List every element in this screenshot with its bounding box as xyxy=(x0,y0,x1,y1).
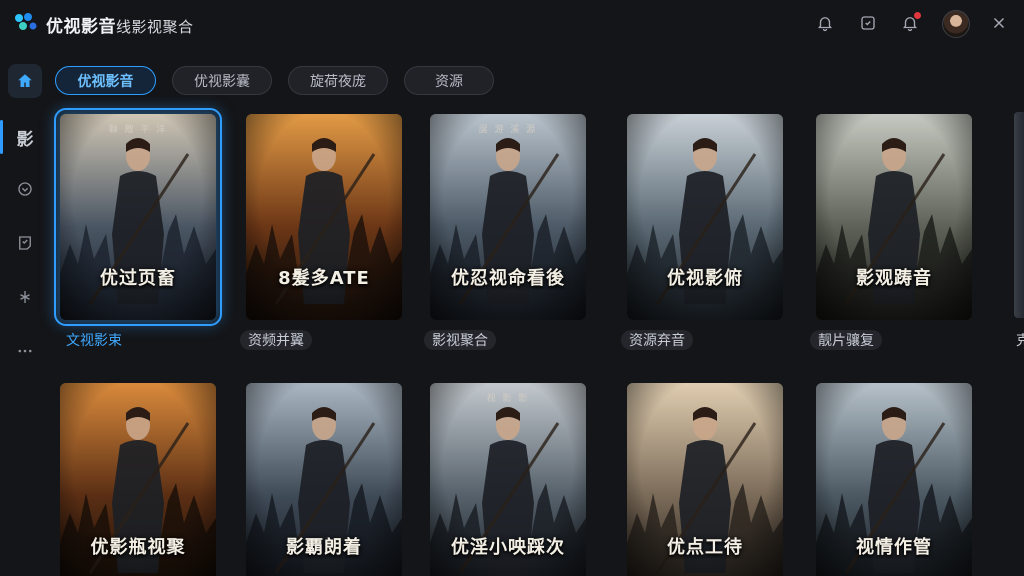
close-icon[interactable] xyxy=(988,12,1010,34)
tab-youshi-yingnang[interactable]: 优视影囊 xyxy=(172,66,272,95)
sidebar-item-home[interactable] xyxy=(8,64,42,98)
poster-card[interactable]: 优点工待 xyxy=(627,383,783,576)
sparkle-icon xyxy=(20,291,30,303)
poster-caption[interactable]: 资频并翼 xyxy=(240,330,312,350)
sidebar-item-download[interactable] xyxy=(8,172,42,206)
history-icon xyxy=(19,236,31,250)
sidebar-item-film[interactable]: 影 xyxy=(8,120,42,154)
poster-caption[interactable]: 资源弃音 xyxy=(621,330,693,350)
sidebar-item-history[interactable] xyxy=(8,226,42,260)
home-icon xyxy=(18,74,32,87)
download-icon xyxy=(18,182,32,196)
poster-title: 优过页畜 xyxy=(100,268,176,289)
poster-tagline: 誕 游 溪 源 xyxy=(478,125,538,135)
poster-card[interactable]: 优影瓶视聚 xyxy=(60,383,216,576)
poster-card[interactable]: 誕 游 溪 源优忍视命看後 xyxy=(430,114,586,320)
poster-caption-partial: 克 xyxy=(1016,333,1024,349)
tab-resources[interactable]: 资源 xyxy=(404,66,494,95)
app-title-sub: 线影视聚合 xyxy=(116,18,194,36)
bell-outline-icon[interactable] xyxy=(814,12,836,34)
poster-card-partial[interactable] xyxy=(1014,112,1024,318)
sidebar: 影 xyxy=(0,56,50,376)
poster-card[interactable]: 优视影俯 xyxy=(627,114,783,320)
user-avatar[interactable] xyxy=(942,10,970,38)
poster-caption[interactable]: 靓片骧复 xyxy=(810,330,882,350)
poster-title: 优忍视命看後 xyxy=(451,268,565,289)
poster-caption[interactable]: 文视影束 xyxy=(60,330,130,350)
poster-title: 优淫小咉踩次 xyxy=(451,537,565,558)
poster-card[interactable]: 影观踌音 xyxy=(816,114,972,320)
clipboard-check-icon[interactable] xyxy=(857,12,879,34)
app-title: 优视影音线影视聚合 xyxy=(46,12,194,37)
poster-tagline: 聯 敵 平 洋 xyxy=(108,125,168,135)
app-title-main: 优视影音 xyxy=(46,17,116,37)
poster-title: 8髮多ATE xyxy=(278,268,370,289)
title-bar: 优视影音线影视聚合 xyxy=(0,0,1024,46)
poster-title: 视情作管 xyxy=(856,537,932,558)
poster-card[interactable]: 8髮多ATE xyxy=(246,114,402,320)
poster-card[interactable]: 视情作管 xyxy=(816,383,972,576)
sidebar-active-indicator xyxy=(0,120,3,154)
tab-youshi-yingyin[interactable]: 优视影音 xyxy=(55,66,156,95)
sidebar-item-more[interactable] xyxy=(8,334,42,368)
poster-caption[interactable]: 影视聚合 xyxy=(424,330,496,350)
poster-title: 优视影俯 xyxy=(667,268,743,289)
notification-badge xyxy=(914,12,921,19)
poster-title: 优点工待 xyxy=(667,537,743,558)
poster-title: 影覇朗着 xyxy=(286,537,362,558)
tab-xuanhe-yepang[interactable]: 旋荷夜庞 xyxy=(288,66,388,95)
app-logo-icon xyxy=(14,12,40,34)
more-icon xyxy=(18,349,32,353)
poster-card[interactable]: 视 影 影优淫小咉踩次 xyxy=(430,383,586,576)
poster-title: 优影瓶视聚 xyxy=(90,537,186,558)
poster-card[interactable]: 影覇朗着 xyxy=(246,383,402,576)
poster-tagline: 视 影 影 xyxy=(486,394,530,404)
sidebar-item-discover[interactable] xyxy=(8,280,42,314)
poster-card[interactable]: 聯 敵 平 洋优过页畜 xyxy=(54,108,222,326)
poster-title: 影观踌音 xyxy=(856,268,932,289)
film-icon: 影 xyxy=(16,129,34,150)
